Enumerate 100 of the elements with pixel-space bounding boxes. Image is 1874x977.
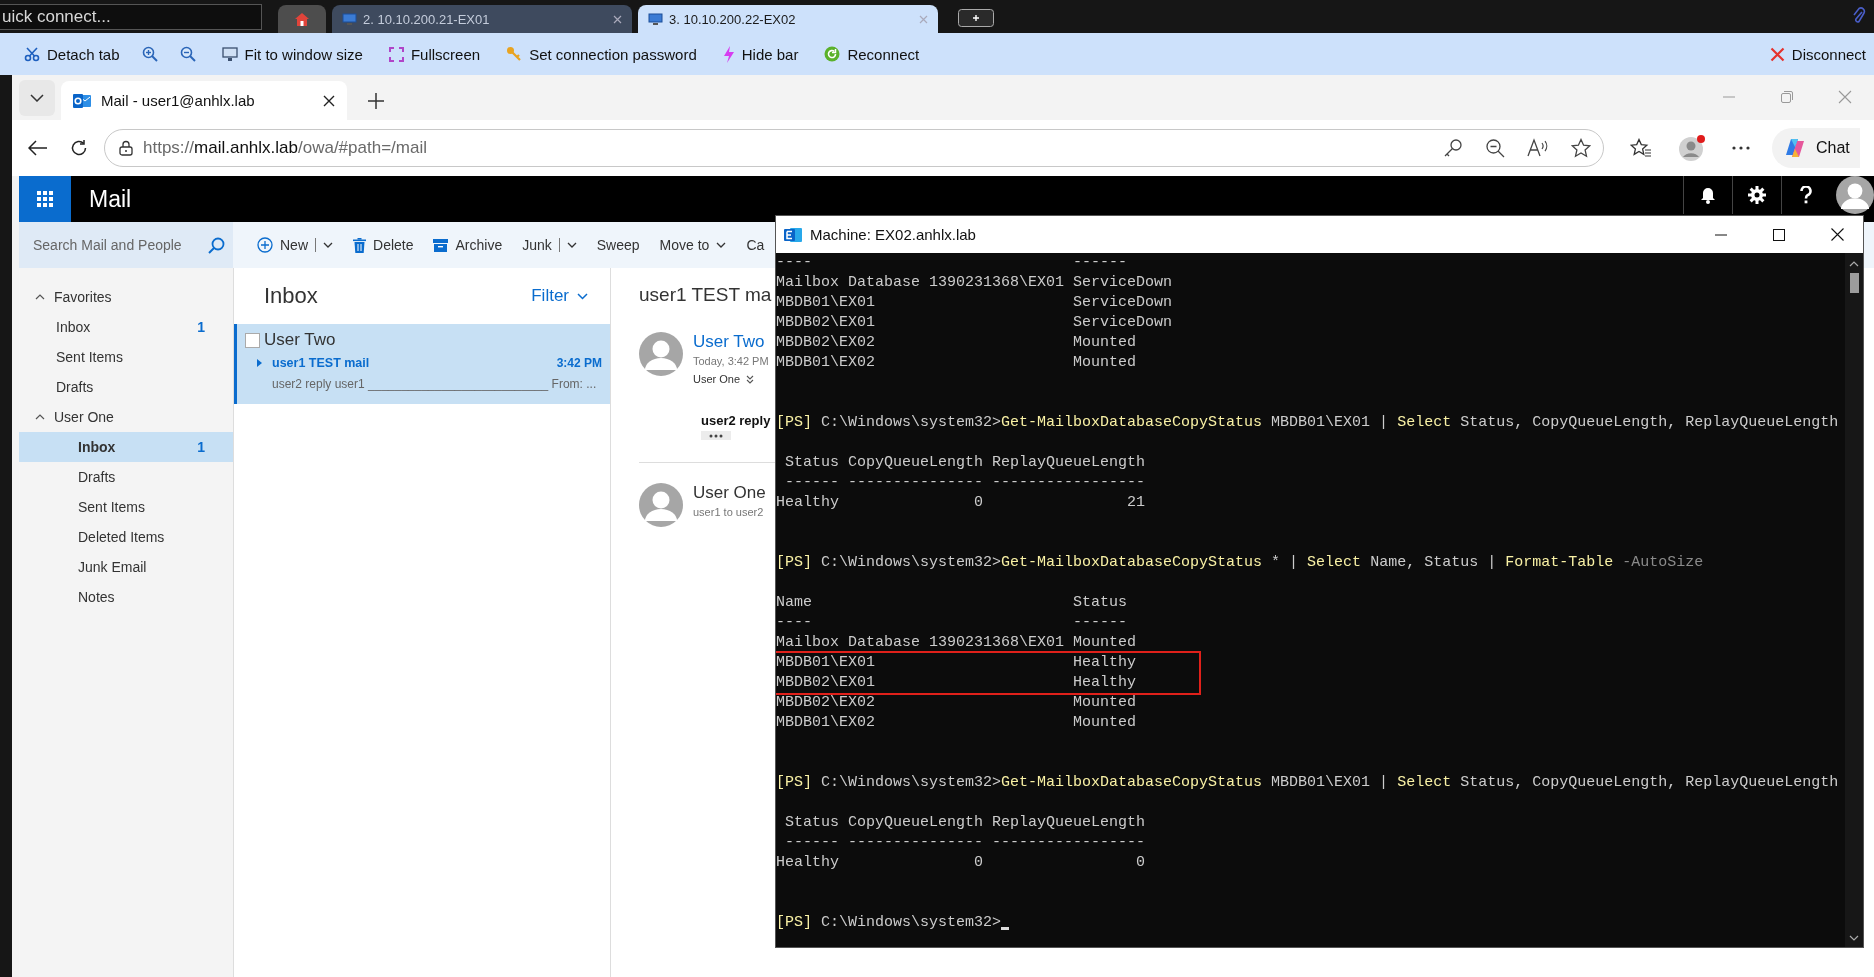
gear-icon	[1748, 186, 1766, 204]
chevron-down-icon	[323, 242, 333, 248]
message-item[interactable]: User Two user1 TEST mail 3:42 PM user2 reply user1 ___________________________ From: ...	[234, 324, 610, 404]
folder-item[interactable]: Deleted Items	[19, 522, 233, 552]
window-title: Machine: EX02.anhlx.lab	[810, 226, 976, 243]
home-tab[interactable]	[278, 5, 326, 33]
console-output-line: ---- ------	[776, 254, 1128, 271]
show-more-button[interactable]	[701, 431, 731, 440]
profile-avatar[interactable]	[1678, 134, 1706, 162]
zoom-out-button[interactable]	[179, 46, 196, 62]
search-icon	[208, 236, 225, 254]
folder-item[interactable]: Notes	[19, 582, 233, 612]
scroll-up-icon[interactable]	[1849, 261, 1859, 267]
chevron-down-icon	[716, 242, 727, 248]
console-output-line: Mailbox Database 1390231368\EX01 Mounted	[776, 634, 1137, 651]
command-button[interactable]: Move to	[659, 237, 727, 253]
console-output-line: MBDB02\EX02 Mounted	[776, 334, 1137, 351]
console-output-line: MBDB01\EX02 Mounted	[776, 714, 1137, 731]
close-icon[interactable]	[1831, 228, 1844, 241]
message-snippet: user1 to user2	[693, 506, 765, 518]
folder-item[interactable]: Inbox 1	[19, 432, 233, 462]
lightning-icon	[722, 45, 735, 63]
command-button[interactable]: Archive	[433, 237, 503, 253]
paperclip-icon[interactable]	[1852, 7, 1866, 25]
new-tab-button[interactable]	[958, 9, 994, 27]
zoom-out-icon[interactable]	[1485, 138, 1505, 158]
session-tab[interactable]: 3. 10.10.200.22-EX02	[638, 5, 938, 33]
key-icon[interactable]	[1443, 138, 1463, 158]
user-avatar[interactable]	[1836, 176, 1874, 214]
command-button[interactable]: Junk	[522, 237, 577, 253]
star-icon[interactable]	[1571, 138, 1591, 158]
session-tab[interactable]: 2. 10.10.200.21-EX01	[332, 5, 632, 33]
command-button[interactable]: New	[257, 237, 333, 253]
zoom-in-icon	[141, 46, 158, 62]
app-title: Mail	[89, 185, 132, 213]
app-launcher-button[interactable]	[19, 176, 71, 222]
message-body: user2 reply	[701, 413, 771, 428]
command-button[interactable]: Sweep	[596, 237, 640, 253]
key-icon	[506, 46, 523, 62]
toolbar-button[interactable]: Fullscreen	[388, 45, 481, 63]
tab-list-button[interactable]	[19, 80, 55, 116]
console-output-line: Healthy 0 0	[776, 854, 1146, 871]
archive-icon	[433, 238, 449, 252]
folder-item[interactable]: Inbox 1	[19, 312, 233, 342]
expand-triangle-icon[interactable]	[257, 359, 262, 367]
favorites-icon[interactable]	[1630, 138, 1652, 158]
console-output-line: Mailbox Database 1390231368\EX01 ServiceDown	[776, 274, 1173, 291]
scroll-down-icon[interactable]	[1849, 935, 1859, 941]
restore-icon[interactable]	[1780, 90, 1794, 104]
folder-item[interactable]: Sent Items	[19, 492, 233, 522]
refresh-icon	[824, 46, 841, 62]
toolbar-button[interactable]: Fit to window size	[221, 45, 363, 63]
filter-button[interactable]: Filter	[531, 286, 588, 306]
checkbox[interactable]	[245, 332, 260, 348]
folder-item[interactable]: Drafts	[19, 372, 233, 402]
refresh-icon[interactable]	[70, 139, 88, 157]
console-output-line: MBDB01\EX01 Healthy	[776, 654, 1137, 671]
disconnect-button[interactable]: Disconnect	[1769, 45, 1866, 63]
monitor-icon	[648, 12, 663, 26]
chevron-down-icon	[566, 242, 577, 248]
console-output-line: ---- ------	[776, 614, 1128, 631]
toolbar-button[interactable]: Detach tab	[24, 45, 120, 63]
folder-group-header[interactable]: User One	[19, 402, 233, 432]
double-chevron-icon[interactable]	[746, 374, 755, 384]
sender-name[interactable]: User Two	[693, 332, 769, 352]
command-button[interactable]: Delete	[353, 237, 414, 253]
back-icon[interactable]	[28, 140, 48, 156]
exchange-icon	[784, 226, 802, 243]
sender-name: User One	[693, 483, 766, 503]
chat-button[interactable]: Chat	[1772, 128, 1860, 168]
search-box[interactable]: Search Mail and People	[19, 222, 233, 268]
quick-connect-field[interactable]: uick connect...	[0, 3, 262, 30]
folder-item[interactable]: Drafts	[19, 462, 233, 492]
question-icon	[1800, 186, 1812, 204]
scrollbar-thumb[interactable]	[1849, 273, 1859, 293]
browser-tab[interactable]: Mail - user1@anhlx.lab	[61, 81, 347, 120]
folder-group-header[interactable]: Favorites	[19, 282, 233, 312]
console-output-line: MBDB01\EX01 ServiceDown	[776, 294, 1173, 311]
read-aloud-icon[interactable]	[1527, 138, 1549, 158]
scissors-icon	[24, 46, 40, 62]
more-icon[interactable]	[1732, 146, 1750, 150]
close-icon[interactable]	[323, 94, 335, 107]
folder-item[interactable]: Sent Items	[19, 342, 233, 372]
scrollbar[interactable]	[1845, 253, 1863, 947]
search-field[interactable]: Search Mail and People	[33, 230, 208, 260]
mail-app-icon	[73, 92, 91, 109]
message-date: Today, 3:42 PM	[693, 355, 769, 367]
maximize-icon[interactable]	[1773, 228, 1785, 241]
new-tab-icon[interactable]	[367, 92, 385, 110]
grid-icon	[37, 191, 53, 207]
command-button[interactable]: Ca	[746, 237, 765, 253]
monitor-icon	[221, 46, 238, 62]
folder-item[interactable]: Junk Email	[19, 552, 233, 582]
zoom-in-button[interactable]	[141, 46, 158, 62]
toolbar-button[interactable]: Set connection password	[506, 45, 697, 63]
console-output-line: Status CopyQueueLength ReplayQueueLength	[784, 454, 1146, 471]
monitor-icon	[342, 12, 357, 26]
toolbar-button[interactable]: Reconnect	[824, 45, 920, 63]
bell-icon	[1700, 186, 1716, 204]
toolbar-button[interactable]: Hide bar	[722, 45, 799, 63]
